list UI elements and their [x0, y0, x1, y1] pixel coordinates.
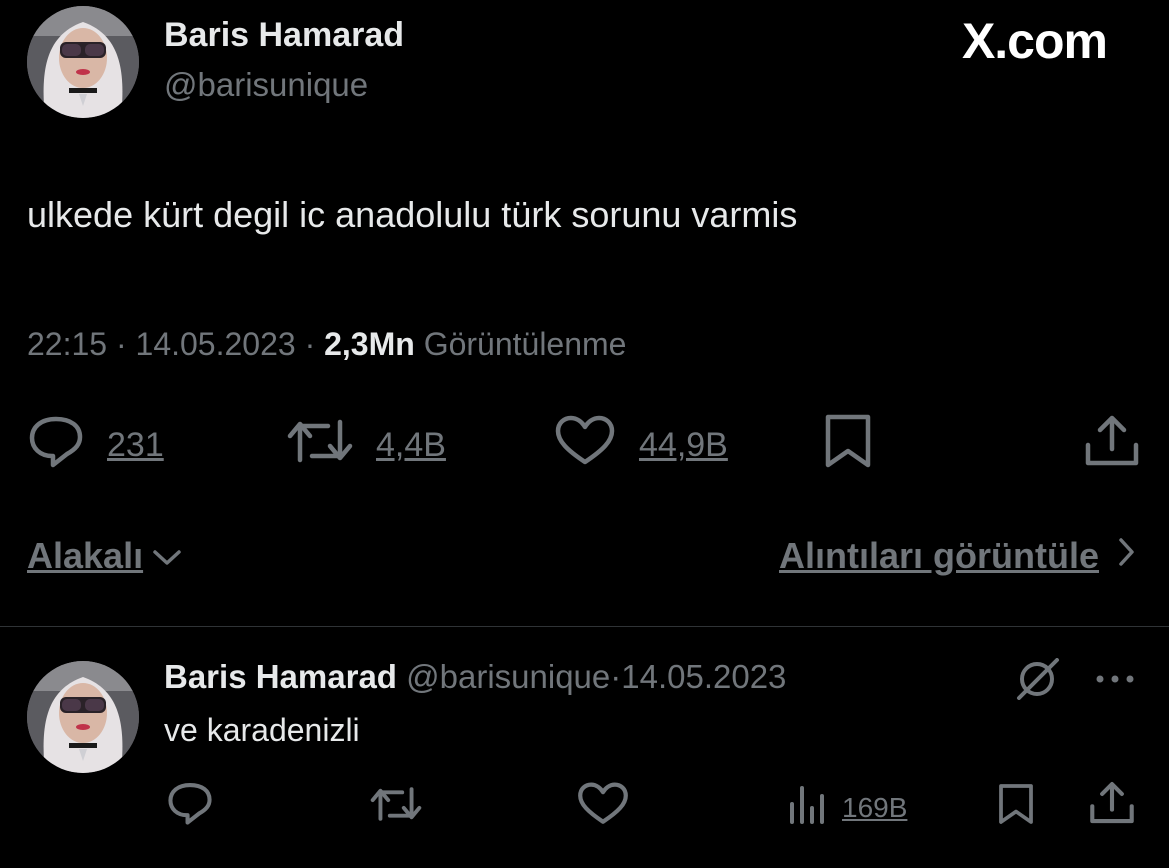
- author-handle[interactable]: @barisunique: [164, 66, 368, 104]
- reply-separator: ·: [610, 658, 622, 695]
- replies-sort-dropdown[interactable]: Alakalı: [27, 535, 183, 577]
- heart-icon: [553, 414, 617, 477]
- tweet-text: ulkede kürt degil ic anadolulu türk soru…: [27, 194, 798, 235]
- views-count: 2,3Mn: [324, 326, 415, 362]
- meta-separator: ·: [115, 326, 127, 362]
- bookmark-icon: [820, 413, 876, 478]
- reply-repost-button[interactable]: [368, 783, 424, 832]
- sort-label: Alakalı: [27, 535, 144, 576]
- section-divider: [0, 626, 1169, 627]
- chevron-right-icon: [1117, 535, 1135, 577]
- quotes-label: Alıntıları görüntüle: [779, 535, 1099, 576]
- repost-icon: [368, 783, 424, 832]
- reply-header: Baris Hamarad @barisunique·14.05.2023: [164, 658, 786, 696]
- reply-button[interactable]: 231: [27, 414, 164, 477]
- meta-separator: ·: [304, 326, 316, 362]
- like-button[interactable]: 44,9B: [553, 414, 728, 477]
- views-label: Görüntülenme: [423, 326, 627, 362]
- reply-like-button[interactable]: [576, 781, 630, 834]
- grok-button[interactable]: [1015, 658, 1061, 707]
- bookmark-icon: [995, 781, 1037, 834]
- chevron-down-icon: [151, 535, 183, 577]
- brand-logo: X.com: [961, 13, 1108, 69]
- tweet-date[interactable]: 14.05.2023: [136, 326, 296, 362]
- view-quotes-link[interactable]: Alıntıları görüntüle: [779, 535, 1135, 577]
- tweet-time[interactable]: 22:15: [27, 326, 107, 362]
- reply-views-button[interactable]: 169B: [786, 782, 907, 833]
- share-icon: [1089, 780, 1135, 833]
- repost-icon: [286, 414, 354, 477]
- reply-author-handle[interactable]: @barisunique: [406, 658, 610, 695]
- like-count: 44,9B: [639, 426, 728, 464]
- reply-reply-button[interactable]: [165, 781, 215, 832]
- reply-count: 231: [107, 426, 164, 464]
- comment-icon: [27, 414, 85, 477]
- bookmark-button[interactable]: [820, 413, 876, 478]
- reply-share-button[interactable]: [1089, 780, 1135, 833]
- grok-icon: [1015, 658, 1061, 707]
- share-icon: [1084, 413, 1140, 478]
- share-button[interactable]: [1084, 413, 1140, 478]
- reply-date[interactable]: 14.05.2023: [621, 658, 786, 695]
- repost-button[interactable]: 4,4B: [286, 414, 446, 477]
- more-icon: [1093, 666, 1137, 698]
- author-name[interactable]: Baris Hamarad: [164, 16, 404, 55]
- comment-icon: [165, 781, 215, 832]
- analytics-icon: [786, 782, 830, 833]
- reply-author-avatar[interactable]: [27, 661, 139, 773]
- heart-icon: [576, 781, 630, 834]
- reply-text: ve karadenizli: [164, 712, 360, 748]
- tweet-meta: 22:15 · 14.05.2023 · 2,3Mn Görüntülenme: [27, 326, 626, 363]
- reply-author-name[interactable]: Baris Hamarad: [164, 658, 397, 695]
- author-avatar[interactable]: [27, 6, 139, 118]
- more-button[interactable]: [1093, 666, 1137, 698]
- reply-bookmark-button[interactable]: [995, 781, 1037, 834]
- repost-count: 4,4B: [376, 426, 446, 464]
- reply-views-count: 169B: [842, 791, 908, 823]
